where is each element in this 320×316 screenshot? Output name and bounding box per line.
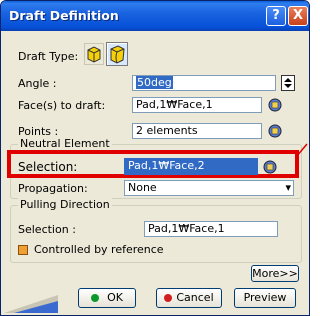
preview-button[interactable]: Preview [234, 288, 296, 308]
draft-definition-dialog: Draft Definition ? X Draft Type: Angle :… [0, 0, 310, 316]
angle-label: Angle : [18, 77, 57, 90]
more-button[interactable]: More>> [251, 265, 299, 282]
faces-selector-button[interactable] [266, 97, 284, 113]
propagation-value: None [128, 181, 157, 194]
titlebar[interactable]: Draft Definition ? X [1, 1, 309, 31]
draft-type-label: Draft Type: [18, 50, 79, 63]
neutral-selection-label: Selection: [18, 160, 78, 174]
points-selector-button[interactable] [266, 123, 284, 139]
cancel-button[interactable]: Cancel [156, 288, 222, 308]
pulling-direction-group-label: Pulling Direction [18, 198, 112, 211]
green-dot-icon [91, 294, 100, 302]
points-input[interactable]: 2 elements [132, 123, 262, 139]
red-dot-icon [164, 294, 173, 302]
neutral-selection-input[interactable]: Pad,1₩Face,2 [124, 158, 258, 175]
wedge-decoration [4, 295, 58, 313]
orange-checkbox-icon[interactable] [18, 245, 28, 255]
chevron-down-icon: ▾ [285, 181, 291, 194]
ok-label: OK [107, 291, 123, 304]
selector-icon [263, 160, 277, 174]
cancel-label: Cancel [176, 291, 214, 304]
window-title: Draft Definition [9, 8, 119, 23]
angle-input[interactable]: 50deg [132, 75, 276, 91]
selector-icon [268, 124, 282, 138]
ok-button[interactable]: OK [78, 288, 136, 308]
neutral-selector-button[interactable] [261, 159, 279, 175]
controlled-by-reference-label: Controlled by reference [34, 243, 164, 256]
angle-value: 50deg [136, 76, 173, 89]
dialog-body: Draft Type: Angle : 50deg Face(s) to dra… [4, 31, 308, 313]
faces-input[interactable]: Pad,1₩Face,1 [132, 97, 262, 113]
spinner-icon [284, 78, 292, 88]
angle-spinner[interactable] [281, 75, 295, 91]
close-button[interactable]: X [288, 6, 308, 26]
callout-line [296, 143, 308, 158]
propagation-label: Propagation: [18, 182, 88, 195]
pulling-selection-label: Selection : [18, 223, 76, 236]
neutral-element-group-label: Neutral Element [18, 137, 112, 150]
draft-type-variable-button[interactable] [106, 42, 128, 66]
draft-constant-icon [87, 46, 101, 63]
propagation-select[interactable]: None ▾ [124, 180, 294, 196]
draft-type-constant-button[interactable] [84, 43, 104, 65]
pulling-selection-input[interactable]: Pad,1₩Face,1 [144, 221, 278, 237]
help-button[interactable]: ? [266, 6, 286, 26]
selector-icon [268, 98, 282, 112]
faces-label: Face(s) to draft: [18, 99, 106, 112]
draft-variable-icon [110, 45, 125, 64]
